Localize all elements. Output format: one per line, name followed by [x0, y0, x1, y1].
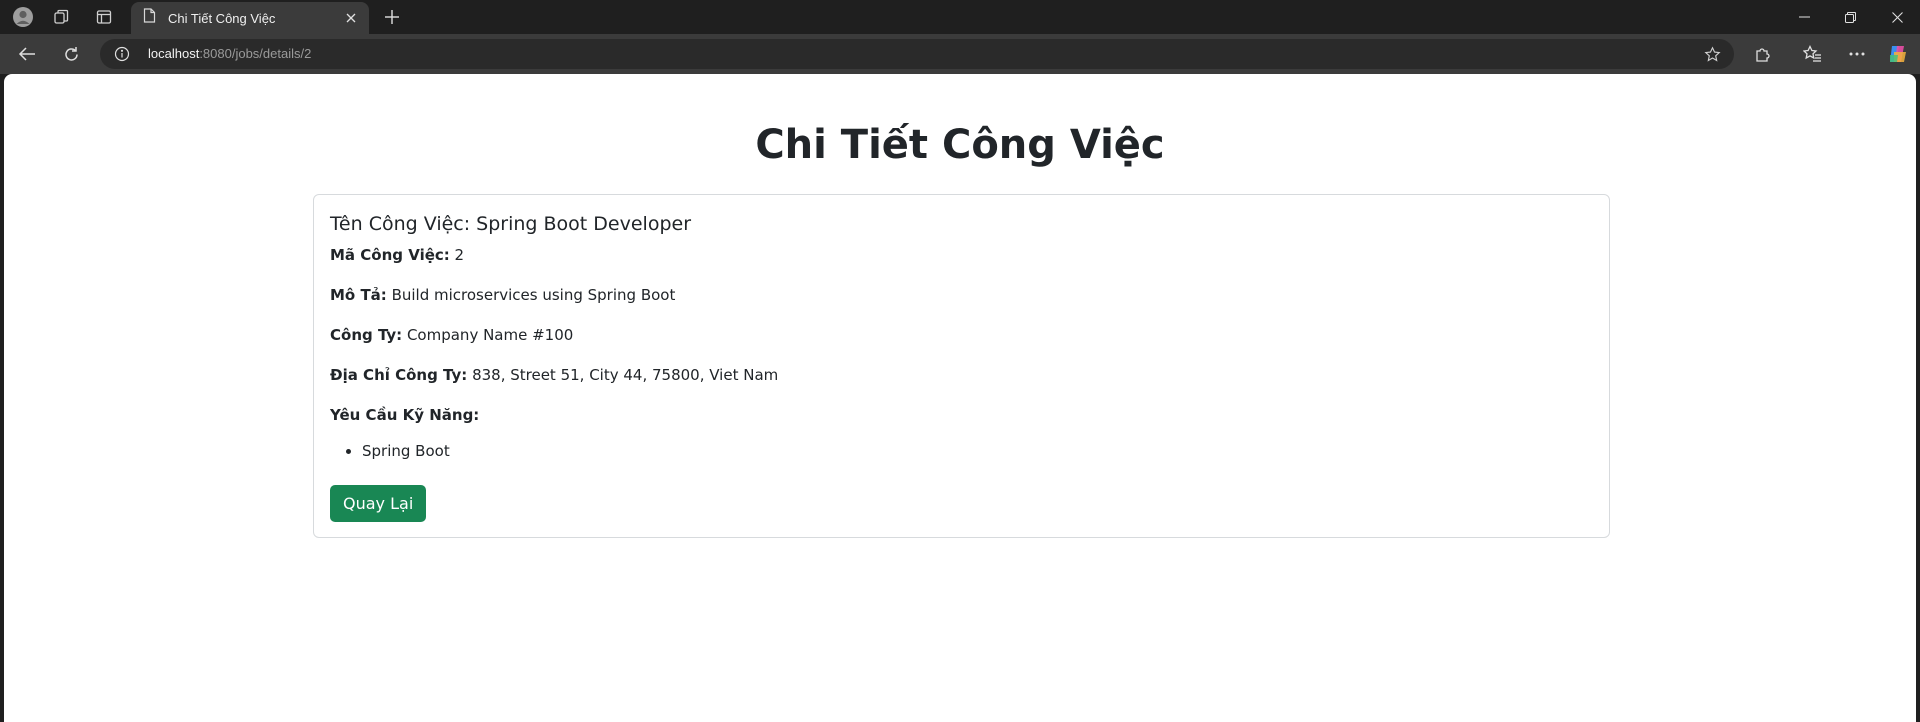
url-path: :8080/jobs/details/2	[199, 46, 312, 61]
tab-active[interactable]: Chi Tiết Công Việc	[131, 2, 369, 34]
company-label: Công Ty:	[330, 326, 403, 344]
description-value: Build microservices using Spring Boot	[386, 286, 676, 304]
description-label: Mô Tả:	[330, 286, 387, 304]
more-menu-icon[interactable]	[1841, 40, 1873, 68]
back-button[interactable]: Quay Lại	[330, 485, 427, 522]
company-address-value: 838, Street 51, City 44, 75800, Viet Nam	[467, 366, 779, 384]
description-row: Mô Tả: Build microservices using Spring …	[330, 285, 1593, 305]
company-value: Company Name #100	[402, 326, 574, 344]
tab-title: Chi Tiết Công Việc	[168, 10, 276, 26]
minimize-icon[interactable]	[1781, 0, 1827, 34]
url-text[interactable]: localhost:8080/jobs/details/2	[148, 46, 311, 61]
page-icon	[143, 8, 156, 28]
reload-icon[interactable]	[55, 40, 87, 68]
page-title: Chi Tiết Công Việc	[755, 122, 1165, 168]
company-address-label: Địa Chỉ Công Ty:	[330, 366, 468, 384]
job-id-value: 2	[449, 246, 465, 264]
company-row: Công Ty: Company Name #100	[330, 325, 1593, 345]
url-host: localhost	[148, 46, 200, 61]
job-id-label: Mã Công Việc:	[330, 246, 450, 264]
restore-icon[interactable]	[1827, 0, 1873, 34]
new-tab-icon[interactable]	[378, 5, 406, 29]
site-info-icon[interactable]	[114, 46, 130, 62]
copilot-icon[interactable]	[1882, 40, 1914, 68]
company-address-row: Địa Chỉ Công Ty: 838, Street 51, City 44…	[330, 365, 1593, 385]
skill-item: Spring Boot	[362, 441, 1593, 461]
workspaces-icon[interactable]	[45, 4, 79, 30]
job-id-row: Mã Công Việc: 2	[330, 245, 1593, 265]
extensions-icon[interactable]	[1747, 40, 1779, 68]
job-name-title: Tên Công Việc: Spring Boot Developer	[330, 213, 692, 235]
page-viewport: Chi Tiết Công Việc Tên Công Việc: Spring…	[4, 74, 1916, 722]
address-bar[interactable]: localhost:8080/jobs/details/2	[100, 39, 1734, 69]
profile-avatar-icon[interactable]	[6, 4, 40, 30]
tab-bar: Chi Tiết Công Việc	[0, 0, 1920, 34]
skills-label: Yêu Cầu Kỹ Năng:	[330, 406, 480, 424]
tab-actions-icon[interactable]	[87, 4, 121, 30]
close-window-icon[interactable]	[1874, 0, 1920, 34]
close-tab-icon[interactable]	[341, 8, 361, 28]
skills-list: Spring Boot	[362, 441, 1593, 461]
favorites-icon[interactable]	[1796, 40, 1828, 68]
favorite-star-icon[interactable]	[1702, 44, 1722, 64]
browser-toolbar: localhost:8080/jobs/details/2	[0, 34, 1920, 74]
back-arrow-icon[interactable]	[11, 40, 43, 68]
job-detail-card: Tên Công Việc: Spring Boot Developer Mã …	[313, 194, 1610, 538]
skills-row: Yêu Cầu Kỹ Năng:	[330, 405, 1593, 425]
